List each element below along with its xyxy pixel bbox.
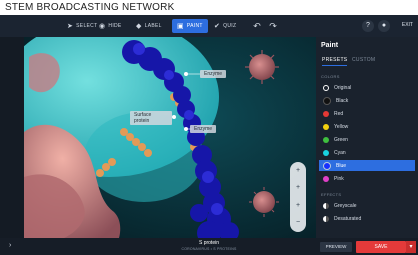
effect-option-greyscale[interactable]: Greyscale <box>319 200 415 211</box>
tag-icon: ◆ <box>136 22 142 30</box>
label-tool-button[interactable]: ◆ LABEL <box>131 19 167 33</box>
swatch-icon <box>323 84 329 91</box>
brand-watermark: STEM BROADCASTING NETWORK <box>5 2 175 13</box>
color-label: Yellow <box>334 123 349 130</box>
quiz-tool-button[interactable]: ✔ QUIZ <box>209 19 241 33</box>
color-option-red[interactable]: Red <box>319 108 415 119</box>
save-button[interactable]: SAVE <box>356 241 406 253</box>
zoom-controls: + + + − <box>290 162 306 232</box>
swatch-icon <box>323 136 329 143</box>
check-icon: ✔ <box>214 22 221 30</box>
label-enzyme-bottom[interactable]: Enzyme <box>190 125 217 133</box>
toolbar: ➤ SELECT ◉ HIDE ◆ LABEL ▣ PAINT ✔ QUIZ ↶… <box>0 15 418 37</box>
cursor-icon: ➤ <box>67 22 74 30</box>
left-strip <box>0 37 24 238</box>
bottom-bar: › S protein CORONAVIRUS • S PROTEINS PRE… <box>0 238 418 255</box>
zoom-button-3[interactable]: + <box>296 202 300 210</box>
3d-viewport[interactable]: Enzyme Surface protein Enzyme + + + − <box>24 37 316 238</box>
hide-tool-label: HIDE <box>108 23 122 29</box>
color-label: Cyan <box>334 149 346 156</box>
tab-presets[interactable]: PRESETS <box>322 57 348 66</box>
color-label: Blue <box>336 162 347 169</box>
color-option-cyan[interactable]: Cyan <box>319 147 415 158</box>
color-option-green[interactable]: Green <box>319 134 415 145</box>
tab-custom[interactable]: CUSTOM <box>352 57 375 63</box>
virus-top-right <box>245 50 279 84</box>
color-option-pink[interactable]: Pink <box>319 173 415 184</box>
redo-icon[interactable]: ↷ <box>266 19 280 33</box>
color-option-blue[interactable]: Blue <box>319 160 415 171</box>
label-tool-label: LABEL <box>144 23 162 29</box>
paint-tool-label: PAINT <box>186 23 203 29</box>
panel-title: Paint <box>321 42 339 49</box>
color-label: Red <box>334 110 344 117</box>
eye-off-icon: ◉ <box>99 22 106 30</box>
effect-option-desaturated[interactable]: Desaturated <box>319 213 415 224</box>
zoom-out-button[interactable]: − <box>296 219 300 227</box>
color-label: Black <box>336 97 349 104</box>
user-icon[interactable]: ● <box>378 20 390 32</box>
zoom-in-button[interactable]: + <box>296 167 300 175</box>
label-enzyme-top[interactable]: Enzyme <box>200 70 227 78</box>
hide-tool-button[interactable]: ◉ HIDE <box>94 19 127 33</box>
zoom-button-2[interactable]: + <box>296 184 300 192</box>
swatch-icon <box>323 96 331 105</box>
half-circle-icon <box>323 215 329 222</box>
paint-tool-button[interactable]: ▣ PAINT <box>172 19 208 33</box>
help-icon[interactable]: ? <box>362 20 374 32</box>
colors-heading: COLORS <box>321 74 340 79</box>
paint-bucket-icon: ▣ <box>177 22 184 30</box>
exit-button[interactable]: EXIT <box>402 22 413 28</box>
swatch-icon <box>323 110 329 117</box>
quiz-tool-label: QUIZ <box>223 23 237 29</box>
color-label: Original <box>334 84 352 91</box>
undo-icon[interactable]: ↶ <box>250 19 264 33</box>
swatch-icon <box>323 161 331 170</box>
swatch-icon <box>323 149 329 156</box>
chevron-down-icon[interactable]: ▾ <box>406 241 416 253</box>
color-option-yellow[interactable]: Yellow <box>319 121 415 132</box>
color-label: Green <box>334 136 348 143</box>
molecule-scene <box>24 37 316 238</box>
color-option-black[interactable]: Black <box>319 95 415 106</box>
preview-button[interactable]: PREVIEW <box>320 242 352 252</box>
swatch-icon <box>323 175 329 182</box>
effects-heading: EFFECTS <box>321 192 342 197</box>
half-circle-icon <box>323 202 329 209</box>
color-label: Pink <box>334 175 344 182</box>
label-surface-protein[interactable]: Surface protein <box>130 111 172 125</box>
color-option-original[interactable]: Original <box>319 82 415 93</box>
swatch-icon <box>323 123 329 130</box>
effect-label: Greyscale <box>334 202 357 209</box>
paint-panel: Paint PRESETS CUSTOM COLORS Original Bla… <box>316 37 418 238</box>
app-window: ➤ SELECT ◉ HIDE ◆ LABEL ▣ PAINT ✔ QUIZ ↶… <box>0 15 418 255</box>
effect-label: Desaturated <box>334 215 362 222</box>
